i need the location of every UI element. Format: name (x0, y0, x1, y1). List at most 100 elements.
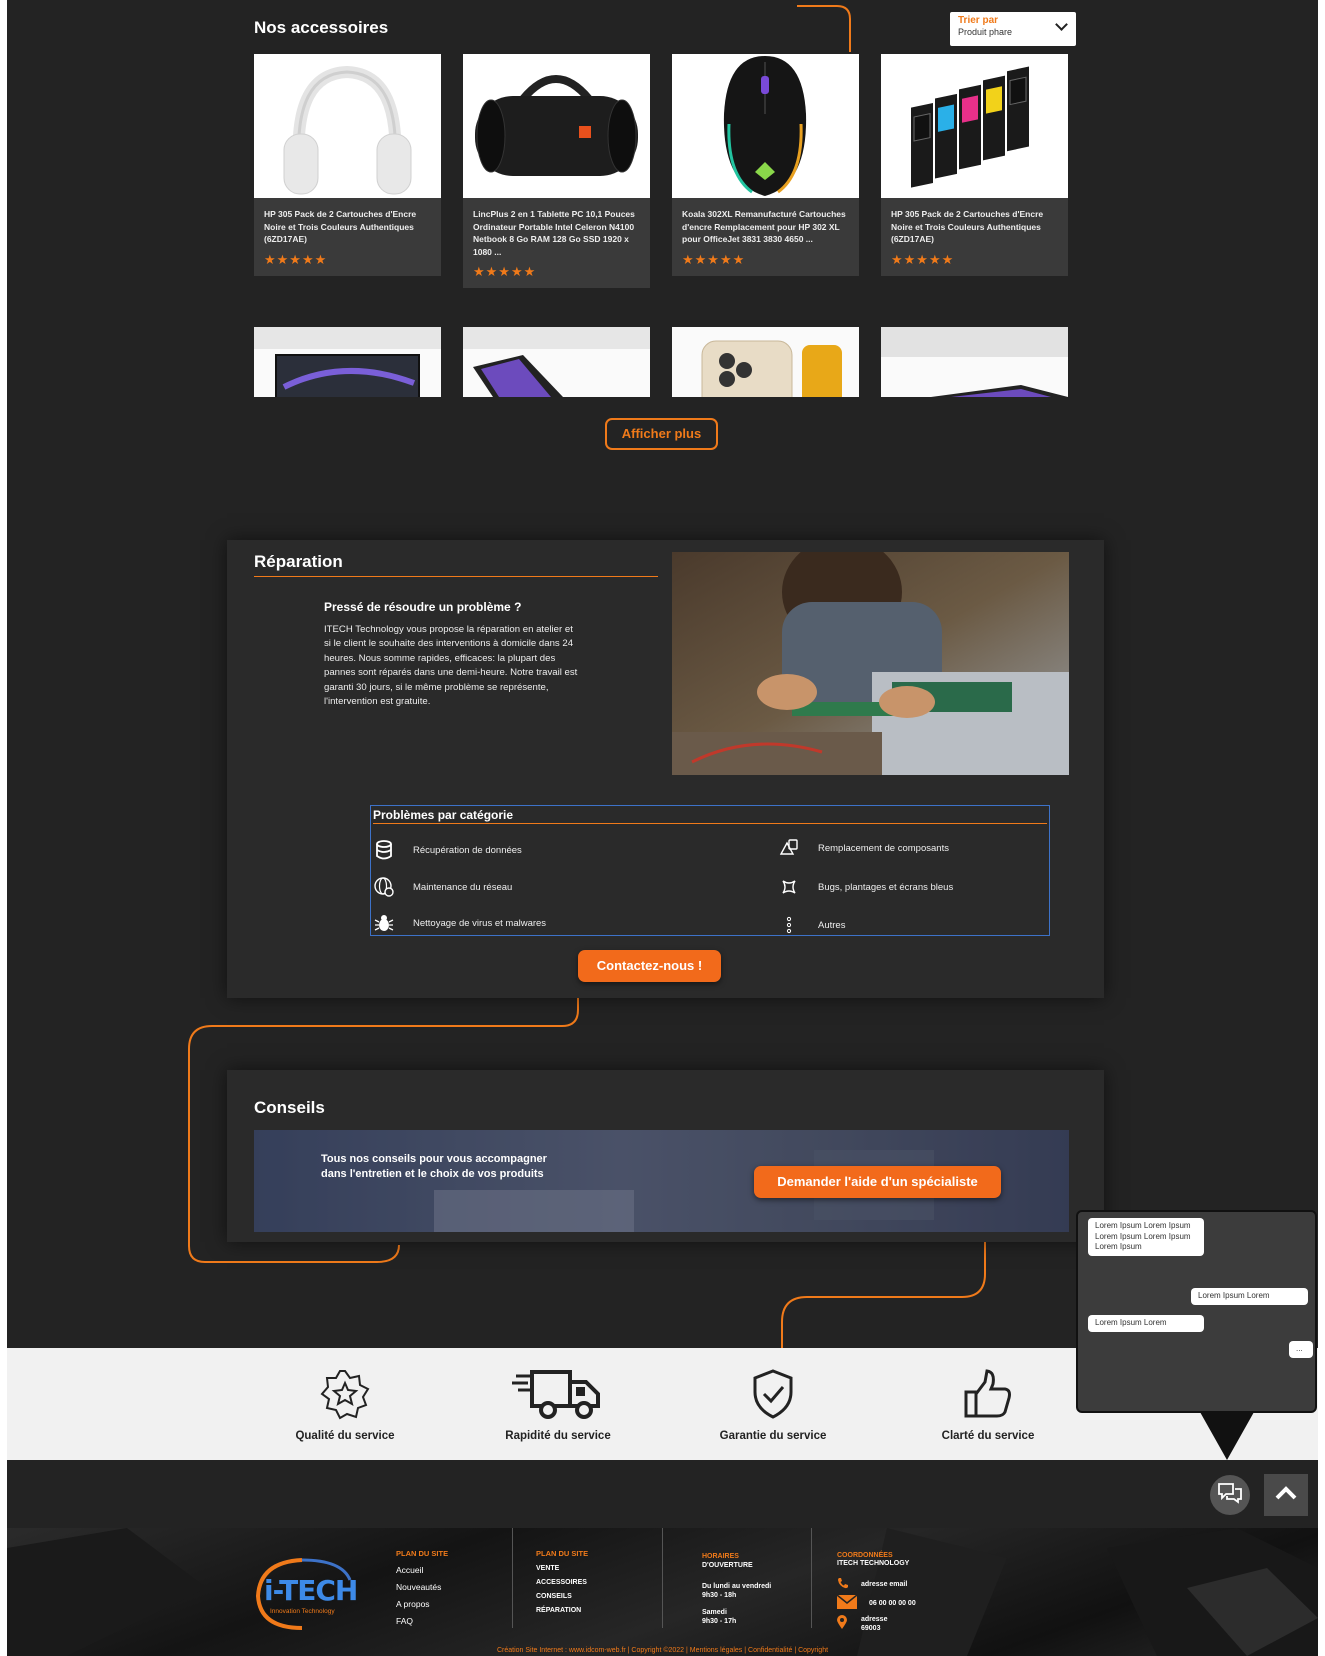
product-card[interactable]: HP 305 Pack de 2 Cartouches d'Encre Noir… (254, 54, 441, 276)
scroll-top-button[interactable] (1264, 1474, 1308, 1516)
category-label: Autres (818, 919, 846, 931)
logo[interactable]: i-TECH Innovation Technology (252, 1556, 382, 1630)
divider (811, 1528, 812, 1628)
product-image-laptop[interactable] (254, 327, 441, 397)
accessories-title: Nos accessoires (254, 18, 389, 37)
repair-photo (672, 552, 1069, 775)
footer-link[interactable]: ACCESSOIRES (536, 1579, 588, 1586)
page: Nos accessoires Trier par Produit phare … (7, 0, 1318, 1656)
column-heading: HORAIRES (702, 1553, 739, 1560)
location-pin-icon (837, 1615, 847, 1631)
phone-row[interactable]: 06 00 00 00 00 (836, 1594, 916, 1611)
service-label: Garantie du service (719, 1430, 827, 1442)
specialist-button[interactable]: Demander l'aide d'un spécialiste (754, 1166, 1001, 1198)
phone-icon (837, 1577, 849, 1591)
chevron-up-icon (1274, 1485, 1298, 1506)
email: adresse email (861, 1580, 908, 1588)
network-gear-icon (373, 876, 395, 898)
category-item[interactable]: Récupération de données (373, 839, 522, 861)
sitemap-column-1: PLAN DU SITE Accueil Nouveautés A propos… (396, 1549, 448, 1626)
chat-bubbles-icon (1217, 1481, 1243, 1510)
sort-dropdown[interactable]: Trier par Produit phare (950, 12, 1076, 46)
footer-link[interactable]: Nouveautés (396, 1582, 448, 1592)
repair-title: Réparation (254, 552, 343, 571)
product-image-headphones (254, 54, 441, 198)
chat-message: Lorem Ipsum Lorem (1191, 1288, 1308, 1305)
star-rating: ★★★★★ (264, 251, 328, 267)
chat-message: Lorem Ipsum Lorem (1088, 1315, 1204, 1332)
column-heading: PLAN DU SITE (396, 1549, 449, 1558)
category-label: Récupération de données (413, 844, 522, 856)
weekdays-hours: 9h30 - 18h (702, 1592, 737, 1599)
problem-categories: Problèmes par catégorie Récupération de … (370, 805, 1050, 936)
mail-icon (836, 1594, 858, 1611)
chat-button[interactable] (1210, 1475, 1250, 1515)
chat-message: ... (1289, 1341, 1313, 1358)
divider (254, 576, 658, 577)
footer-link[interactable]: RÉPARATION (536, 1607, 588, 1614)
product-image-phone[interactable] (672, 327, 859, 397)
product-name: HP 305 Pack de 2 Cartouches d'Encre Noir… (264, 209, 417, 244)
chat-popup: Lorem Ipsum Lorem Ipsum Lorem Ipsum Lore… (1076, 1210, 1317, 1413)
sitemap-column-2: PLAN DU SITE VENTE ACCESSOIRES CONSEILS … (536, 1549, 588, 1614)
footer-link[interactable]: VENTE (536, 1565, 588, 1572)
product-card[interactable]: Koala 302XL Remanufacturé Cartouches d'e… (672, 54, 859, 276)
service-item: Qualité du service (245, 1348, 445, 1442)
phone: 06 00 00 00 00 (869, 1599, 916, 1607)
email-row[interactable]: adresse email (837, 1577, 916, 1591)
footer-link[interactable]: CONSEILS (536, 1593, 588, 1600)
logo-text: i-TECH (264, 1574, 358, 1607)
database-icon (373, 839, 395, 861)
crash-icon (778, 876, 800, 898)
divider (373, 823, 1047, 824)
saturday-hours: 9h30 - 17h (702, 1618, 737, 1625)
repair-description: ITECH Technology vous propose la réparat… (324, 624, 578, 708)
sort-value: Produit phare (958, 27, 1013, 37)
category-item[interactable]: Maintenance du réseau (373, 876, 512, 898)
product-name: HP 305 Pack de 2 Cartouches d'Encre Noir… (891, 209, 1044, 244)
category-item[interactable]: Remplacement de composants (778, 837, 949, 859)
sort-label: Trier par (958, 15, 999, 26)
saturday: Samedi (702, 1609, 727, 1616)
category-item[interactable]: Bugs, plantages et écrans bleus (778, 876, 953, 898)
column-heading: COORDONNÉES (837, 1552, 893, 1559)
product-image-tablet[interactable] (463, 327, 650, 397)
service-label: Clarté du service (941, 1430, 1035, 1442)
footer-link[interactable]: FAQ (396, 1616, 448, 1626)
product-image-jbl-speaker (463, 54, 650, 198)
category-label: Maintenance du réseau (413, 881, 513, 893)
shield-check-icon (673, 1356, 873, 1422)
product-card[interactable]: LincPlus 2 en 1 Tablette PC 10,1 Pouces … (463, 54, 650, 288)
categories-title: Problèmes par catégorie (373, 808, 514, 822)
divider (662, 1528, 663, 1628)
star-rating: ★★★★★ (473, 264, 537, 279)
advice-text: Tous nos conseils pour vous accompagner … (321, 1153, 547, 1180)
category-label: Bugs, plantages et écrans bleus (818, 881, 954, 893)
divider (512, 1528, 513, 1628)
product-name: LincPlus 2 en 1 Tablette PC 10,1 Pouces … (473, 209, 635, 257)
product-name: Koala 302XL Remanufacturé Cartouches d'e… (682, 209, 846, 244)
shapes-icon (778, 837, 800, 859)
contact-button[interactable]: Contactez-nous ! (578, 950, 721, 982)
show-more-button[interactable]: Afficher plus (605, 418, 718, 450)
logo-tagline: Innovation Technology (270, 1608, 335, 1615)
category-label: Remplacement de composants (818, 842, 949, 854)
footer-link[interactable]: Accueil (396, 1565, 448, 1575)
chat-popup-tail (1200, 1412, 1254, 1460)
opening-hours: HORAIRES D'OUVERTURE Du lundi au vendred… (702, 1552, 771, 1626)
product-image-gaming-mouse (672, 54, 859, 198)
quality-star-icon (245, 1356, 445, 1422)
advice-title: Conseils (254, 1098, 325, 1117)
service-item: Garantie du service (673, 1348, 873, 1442)
service-item: Clarté du service (888, 1348, 1088, 1442)
more-vertical-icon (778, 914, 800, 936)
copyright[interactable]: Création Site Internet : www.idcom-web.f… (7, 1647, 1318, 1654)
product-card[interactable]: HP 305 Pack de 2 Cartouches d'Encre Noir… (881, 54, 1068, 276)
repair-subtitle: Pressé de résoudre un problème ? (324, 600, 522, 614)
footer-link[interactable]: A propos (396, 1599, 448, 1609)
thumbs-up-icon (888, 1356, 1088, 1422)
product-image-tablet-2[interactable] (881, 327, 1068, 397)
category-item[interactable]: Autres (778, 914, 845, 936)
category-item[interactable]: Nettoyage de virus et malwares (373, 912, 546, 934)
service-label: Qualité du service (295, 1430, 395, 1442)
